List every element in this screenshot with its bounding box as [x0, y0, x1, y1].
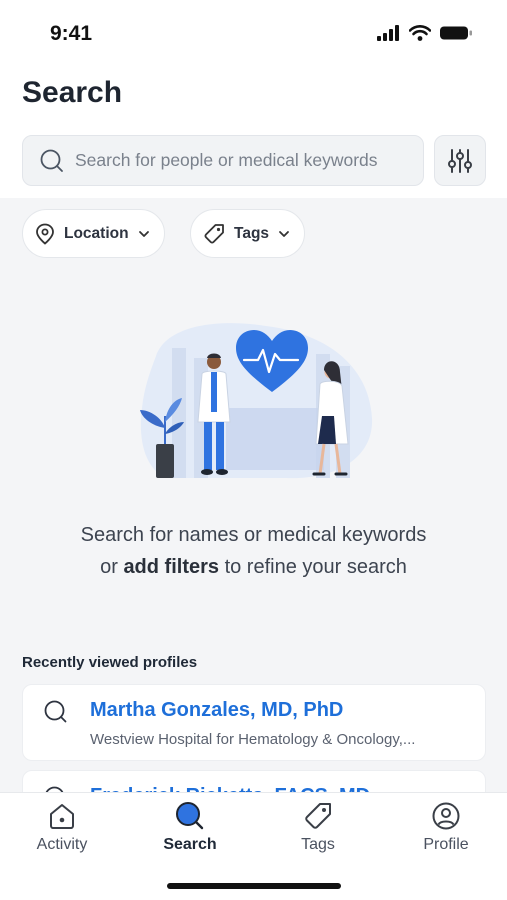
tag-icon [204, 223, 224, 243]
battery-icon [440, 26, 472, 40]
recent-profile-item[interactable]: Martha Gonzales, MD, PhD Westview Hospit… [22, 684, 486, 761]
filter-chip-location[interactable]: Location [22, 209, 165, 258]
location-pin-icon [36, 223, 54, 245]
empty-state-text: Search for names or medical keywords or … [0, 519, 507, 583]
doctors-illustration [140, 323, 373, 479]
home-icon [2, 799, 122, 833]
search-icon [39, 148, 65, 174]
header: 9:41 Search [0, 0, 507, 198]
home-indicator [167, 883, 341, 889]
status-icons [377, 25, 473, 41]
add-filters-link[interactable]: add filters [123, 556, 219, 578]
empty-state-line1: Search for names or medical keywords [80, 524, 427, 546]
search-field[interactable] [22, 135, 424, 186]
tab-tags[interactable]: Tags [258, 799, 378, 854]
tag-icon [258, 799, 378, 833]
search-icon [43, 699, 69, 730]
user-icon [386, 799, 506, 833]
wifi-icon [409, 25, 431, 41]
search-icon [130, 799, 250, 833]
empty-state-line2: or add filters to refine your search [0, 551, 507, 583]
profile-subtitle: Westview Hospital for Hematology & Oncol… [90, 731, 416, 748]
tab-label: Activity [36, 836, 88, 853]
status-time: 9:41 [50, 22, 93, 45]
tab-label: Search [163, 836, 217, 853]
filter-chip-label: Location [64, 224, 129, 242]
sliders-icon [448, 148, 472, 173]
filter-chip-tags[interactable]: Tags [190, 209, 306, 258]
tab-label: Tags [301, 836, 335, 853]
filter-settings-button[interactable] [434, 135, 486, 186]
status-bar: 9:41 [0, 0, 507, 70]
tab-label: Profile [423, 836, 469, 853]
empty-state-suffix: to refine your search [219, 556, 407, 578]
empty-state-prefix: or [100, 556, 124, 578]
chevron-down-icon [138, 230, 149, 237]
page-title: Search [22, 76, 123, 109]
tab-profile[interactable]: Profile [386, 799, 506, 854]
tab-activity[interactable]: Activity [2, 799, 122, 854]
search-input[interactable] [75, 150, 415, 171]
profile-name: Martha Gonzales, MD, PhD [90, 699, 344, 721]
chevron-down-icon [279, 230, 289, 237]
filter-chip-label: Tags [234, 224, 270, 242]
recent-profiles-title: Recently viewed profiles [22, 654, 198, 671]
signal-icon [377, 25, 399, 41]
tab-search[interactable]: Search [130, 799, 250, 854]
